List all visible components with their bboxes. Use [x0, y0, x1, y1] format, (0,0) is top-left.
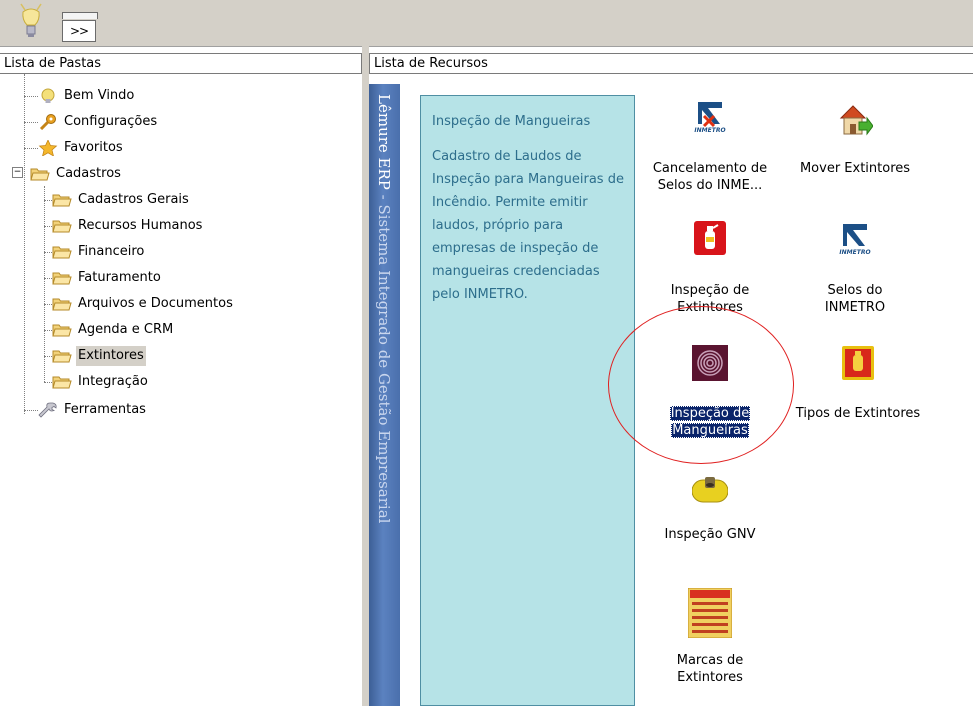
wrench-icon — [38, 402, 57, 418]
lightbulb-icon[interactable] — [18, 0, 44, 40]
pane-splitter[interactable] — [362, 46, 369, 706]
collapse-toggle[interactable]: − — [12, 167, 23, 178]
tree-item-label: Recursos Humanos — [78, 218, 203, 233]
star-icon — [38, 140, 58, 156]
folder-icon — [52, 350, 72, 363]
svg-text:INMETRO: INMETRO — [694, 127, 725, 134]
folder-icon — [52, 376, 72, 389]
tree-line — [24, 96, 38, 97]
resource-label: Tipos de Extintores — [795, 406, 921, 421]
resource-selos-inmetro[interactable]: INMETRO Selos do INMETRO — [790, 220, 920, 315]
tree-item-label: Bem Vindo — [64, 88, 135, 103]
tree-line — [44, 186, 45, 382]
expand-button[interactable]: >> — [62, 12, 98, 42]
resource-label: Marcas de Extintores — [676, 653, 744, 685]
gnv-cylinder-icon — [692, 477, 728, 503]
vertical-banner-text: Lêmure ERP - Sistema Integrado de Gestão… — [375, 94, 393, 524]
tree-line — [24, 148, 38, 149]
tree-item-label: Cadastros Gerais — [78, 192, 189, 207]
svg-text:Lêmure ERP - Sistema Integrado: Lêmure ERP - Sistema Integrado de Gestão… — [375, 94, 393, 524]
extinguisher-label-icon — [688, 588, 732, 638]
extinguisher-types-icon — [842, 346, 874, 380]
tree-line — [24, 74, 25, 414]
folders-pane-header: Lista de Pastas — [0, 53, 362, 74]
description-title: Inspeção de Mangueiras — [432, 114, 591, 129]
tree-item-label: Integração — [78, 374, 148, 389]
resource-mover-extintores[interactable]: Mover Extintores — [790, 98, 920, 188]
folder-open-icon — [30, 168, 50, 181]
resource-label: Mover Extintores — [799, 161, 911, 176]
resource-marcas-extintores[interactable]: Marcas de Extintores — [645, 588, 775, 698]
tree-line — [24, 410, 38, 411]
folder-icon — [52, 246, 72, 259]
key-icon — [39, 114, 56, 130]
house-arrow-icon — [839, 105, 873, 136]
resource-label: Inspeção GNV — [664, 527, 756, 542]
top-toolbar: >> — [0, 0, 973, 47]
tree-item-label: Cadastros — [56, 166, 121, 181]
resource-label: Selos do INMETRO — [824, 283, 886, 315]
inmetro-seal-icon: INMETRO — [839, 224, 871, 256]
tree-item-label: Agenda e CRM — [78, 322, 174, 337]
fire-extinguisher-icon — [694, 221, 726, 255]
resources-pane-header: Lista de Recursos — [369, 53, 973, 74]
tree-item-label: Configurações — [64, 114, 158, 129]
folder-icon — [52, 194, 72, 207]
tree-item-label: Favoritos — [64, 140, 123, 155]
tree-item-label: Arquivos e Documentos — [78, 296, 233, 311]
tree-item-label: Financeiro — [78, 244, 145, 259]
lightbulb-icon — [41, 88, 55, 103]
banner-brand: Lêmure ERP — [375, 94, 393, 190]
description-text: Cadastro de Laudos de Inspeção para Mang… — [432, 149, 624, 302]
vertical-banner: Lêmure ERP - Sistema Integrado de Gestão… — [369, 84, 400, 706]
folder-icon — [52, 220, 72, 233]
inmetro-cancel-icon: INMETRO — [694, 102, 726, 134]
tree-item-label: Ferramentas — [64, 402, 146, 417]
banner-subtitle: - Sistema Integrado de Gestão Empresaria… — [375, 190, 393, 524]
folders-tree: − Bem Vindo Configurações Favoritos Cada… — [0, 74, 362, 706]
resource-inspecao-gnv[interactable]: Inspeção GNV — [645, 476, 775, 566]
folder-icon — [52, 298, 72, 311]
tree-line — [24, 122, 38, 123]
resource-label: Cancelamento de Selos do INME... — [652, 161, 768, 193]
svg-text:INMETRO: INMETRO — [839, 249, 870, 256]
folder-icon — [52, 324, 72, 337]
resource-cancelamento-selos[interactable]: INMETRO Cancelamento de Selos do INME... — [645, 98, 775, 193]
folder-icon — [52, 272, 72, 285]
resource-tipos-extintores[interactable]: Tipos de Extintores — [785, 345, 931, 435]
resource-inspecao-extintores[interactable]: Inspeção de Extintores — [645, 220, 775, 315]
resource-description-panel: Inspeção de Mangueiras Cadastro de Laudo… — [420, 95, 635, 706]
tree-item-label: Extintores — [76, 346, 146, 366]
annotation-circle — [608, 306, 794, 464]
tree-item-label: Faturamento — [78, 270, 161, 285]
